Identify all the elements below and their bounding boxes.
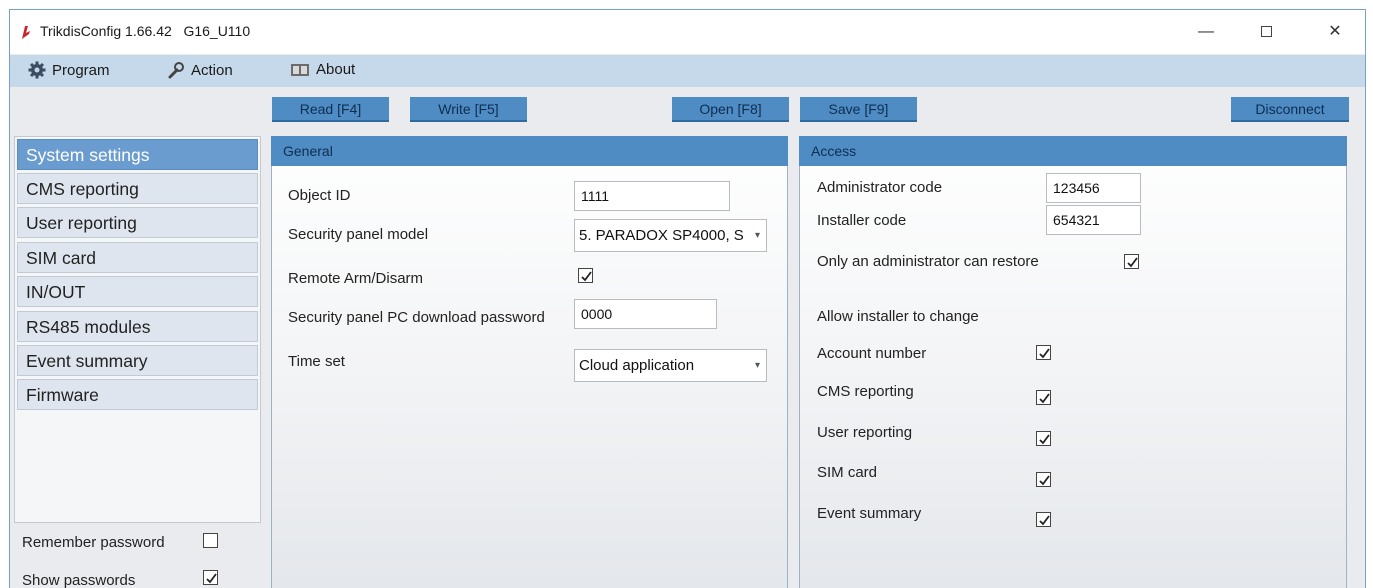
installer-code-label: Installer code xyxy=(817,212,907,229)
menu-bar: Program Action About xyxy=(10,55,1365,87)
checkmark-icon xyxy=(1127,257,1138,268)
app-name: TrikdisConfig 1.66.42 xyxy=(40,23,172,39)
sidebar-item-system-settings[interactable]: System settings xyxy=(17,139,258,170)
open-button[interactable]: Open [F8] xyxy=(672,97,789,122)
allow-installer-heading: Allow installer to change xyxy=(817,308,979,325)
book-icon xyxy=(291,63,309,76)
only-admin-restore-checkbox[interactable] xyxy=(1124,254,1139,269)
object-id-input[interactable]: 1111 xyxy=(574,181,730,211)
allow-cms-reporting-checkbox[interactable] xyxy=(1036,390,1051,405)
panel-model-label: Security panel model xyxy=(288,226,429,243)
checkmark-icon xyxy=(1039,475,1050,486)
maximize-icon xyxy=(1260,26,1272,38)
checkmark-icon xyxy=(1039,434,1050,445)
minimize-button[interactable]: — xyxy=(1186,18,1226,46)
sidebar-item-event-summary[interactable]: Event summary xyxy=(17,345,258,376)
general-panel: General Object ID 1111 Security panel mo… xyxy=(271,136,788,588)
allow-account-number-checkbox[interactable] xyxy=(1036,345,1051,360)
show-passwords-checkbox[interactable] xyxy=(203,570,218,585)
pc-password-input[interactable]: 0000 xyxy=(574,299,717,329)
menu-program-label: Program xyxy=(52,61,110,79)
sidebar-item-in-out[interactable]: IN/OUT xyxy=(17,276,258,307)
sidebar-item-sim-card[interactable]: SIM card xyxy=(17,242,258,273)
allow-user-reporting-checkbox[interactable] xyxy=(1036,431,1051,446)
object-id-label: Object ID xyxy=(288,187,351,204)
remote-arm-label: Remote Arm/Disarm xyxy=(288,270,424,287)
save-button[interactable]: Save [F9] xyxy=(800,97,917,122)
menu-action-label: Action xyxy=(191,61,233,79)
menu-about-label: About xyxy=(316,61,356,78)
allow-account-number-label: Account number xyxy=(817,345,927,362)
menu-program[interactable]: Program xyxy=(28,61,110,79)
gear-icon xyxy=(28,61,46,79)
window-title: TrikdisConfig 1.66.42 G16_U110 xyxy=(40,23,250,39)
access-panel: Access Administrator code 123456 Install… xyxy=(799,136,1347,588)
minimize-icon: — xyxy=(1198,23,1214,40)
time-set-label: Time set xyxy=(288,353,345,370)
checkmark-icon xyxy=(581,271,592,282)
menu-about[interactable]: About xyxy=(290,61,355,78)
remote-arm-checkbox[interactable] xyxy=(578,268,593,283)
remember-password-checkbox[interactable] xyxy=(203,533,218,548)
allow-event-summary-checkbox[interactable] xyxy=(1036,512,1051,527)
close-icon: ✕ xyxy=(1328,23,1342,40)
show-passwords-label: Show passwords xyxy=(22,572,136,588)
sidebar-item-cms-reporting[interactable]: CMS reporting xyxy=(17,173,258,204)
app-logo-icon xyxy=(22,26,30,39)
checkmark-icon xyxy=(1039,393,1050,404)
panel-model-value: 5. PARADOX SP4000, S xyxy=(579,227,744,244)
time-set-value: Cloud application xyxy=(579,357,695,374)
allow-cms-reporting-label: CMS reporting xyxy=(817,383,914,400)
device-name: G16_U110 xyxy=(183,23,251,39)
admin-code-input[interactable]: 123456 xyxy=(1046,173,1141,203)
chevron-down-icon: ▾ xyxy=(754,230,760,241)
checkmark-icon xyxy=(1039,515,1050,526)
allow-sim-card-label: SIM card xyxy=(817,464,878,481)
pc-password-label: Security panel PC download password xyxy=(288,309,545,326)
maximize-button[interactable] xyxy=(1246,18,1286,46)
general-panel-title: General xyxy=(271,136,788,166)
time-set-select[interactable]: Cloud application ▾ xyxy=(574,349,767,382)
allow-event-summary-label: Event summary xyxy=(817,505,922,522)
wrench-icon xyxy=(168,62,184,79)
close-button[interactable]: ✕ xyxy=(1315,18,1355,46)
only-admin-restore-label: Only an administrator can restore xyxy=(817,253,1039,270)
sidebar-item-rs485-modules[interactable]: RS485 modules xyxy=(17,311,258,342)
allow-sim-card-checkbox[interactable] xyxy=(1036,472,1051,487)
app-window: TrikdisConfig 1.66.42 G16_U110 — ✕ Progr… xyxy=(9,9,1366,588)
read-button[interactable]: Read [F4] xyxy=(272,97,389,122)
disconnect-button[interactable]: Disconnect xyxy=(1231,97,1349,122)
panel-model-select[interactable]: 5. PARADOX SP4000, S ▾ xyxy=(574,219,767,252)
chevron-down-icon: ▾ xyxy=(754,360,760,371)
sidebar-item-firmware[interactable]: Firmware xyxy=(17,379,258,410)
allow-user-reporting-label: User reporting xyxy=(817,424,913,441)
title-bar: TrikdisConfig 1.66.42 G16_U110 — ✕ xyxy=(10,10,1365,54)
menu-action[interactable]: Action xyxy=(167,61,233,79)
remember-password-label: Remember password xyxy=(22,534,165,551)
checkmark-icon xyxy=(206,573,217,584)
write-button[interactable]: Write [F5] xyxy=(410,97,527,122)
admin-code-label: Administrator code xyxy=(817,179,943,196)
installer-code-input[interactable]: 654321 xyxy=(1046,205,1141,235)
checkmark-icon xyxy=(1039,348,1050,359)
sidebar-item-user-reporting[interactable]: User reporting xyxy=(17,207,258,238)
sidebar-nav: System settings CMS reporting User repor… xyxy=(14,136,261,523)
access-panel-title: Access xyxy=(799,136,1347,166)
